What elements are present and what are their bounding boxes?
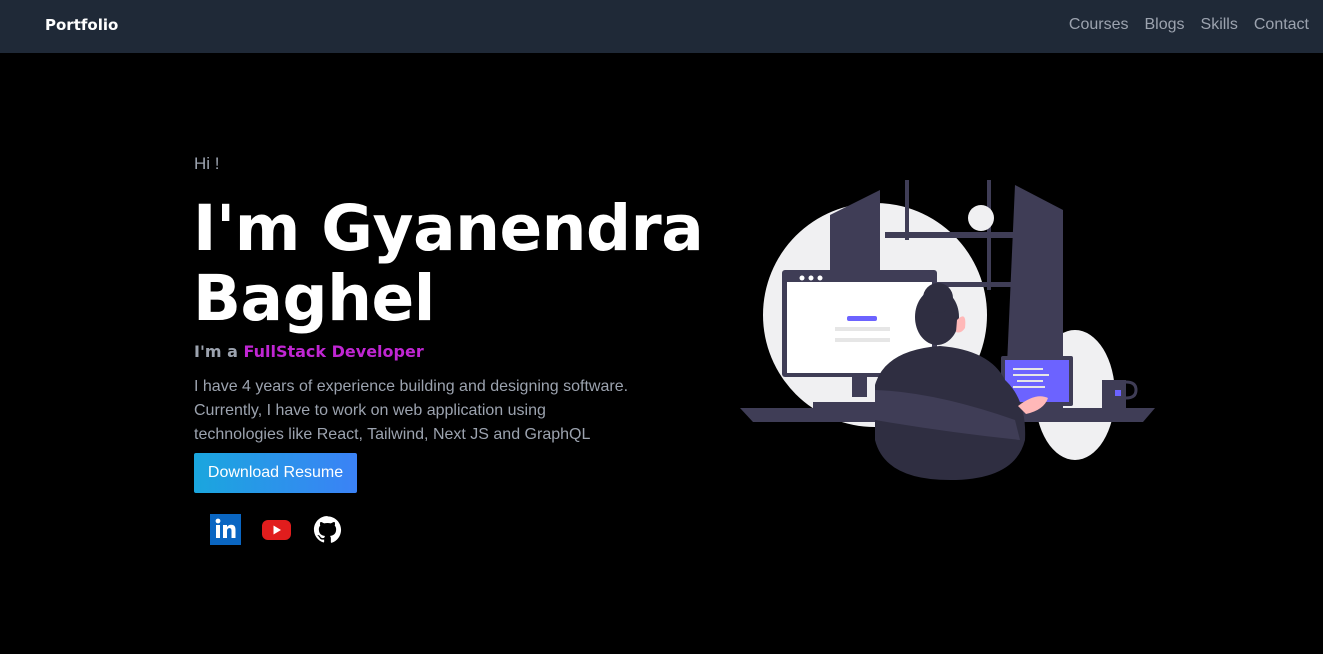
role-prefix: I'm a bbox=[194, 342, 238, 361]
brand-logo-link[interactable]: Portfolio bbox=[45, 16, 118, 34]
nav-link-contact[interactable]: Contact bbox=[1254, 16, 1309, 34]
social-links bbox=[210, 514, 343, 545]
headline-line-1: I'm Gyanendra bbox=[193, 192, 704, 265]
headline-line-2: Baghel bbox=[193, 262, 435, 335]
nav-link-skills[interactable]: Skills bbox=[1201, 16, 1238, 34]
nav-links: Courses Blogs Skills Contact bbox=[1069, 16, 1309, 34]
navbar: Portfolio Courses Blogs Skills Contact bbox=[0, 0, 1323, 53]
github-icon[interactable] bbox=[312, 514, 343, 545]
developer-illustration bbox=[740, 180, 1155, 480]
nav-link-blogs[interactable]: Blogs bbox=[1144, 16, 1184, 34]
bio-line-3: technologies like React, Tailwind, Next … bbox=[194, 426, 591, 443]
role-text: I'm a FullStack Developer bbox=[194, 342, 424, 361]
role-highlight: FullStack Developer bbox=[243, 342, 424, 361]
download-resume-button[interactable]: Download Resume bbox=[194, 453, 357, 493]
greeting-text: Hi ! bbox=[194, 154, 220, 173]
bio-line-2: Currently, I have to work on web applica… bbox=[194, 402, 546, 419]
bio-line-1: I have 4 years of experience building an… bbox=[194, 378, 629, 395]
linkedin-icon[interactable] bbox=[210, 514, 241, 545]
hero-headline: I'm Gyanendra Baghel bbox=[193, 194, 713, 334]
nav-link-courses[interactable]: Courses bbox=[1069, 16, 1129, 34]
bio-paragraph: I have 4 years of experience building an… bbox=[194, 375, 644, 447]
youtube-icon[interactable] bbox=[261, 514, 292, 545]
